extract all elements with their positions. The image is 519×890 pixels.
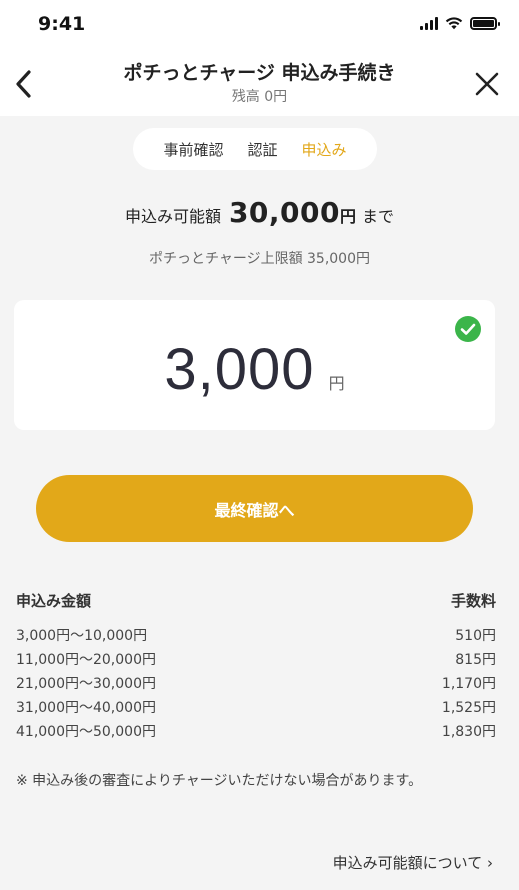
available-amount: 申込み可能額 30,000 円 まで xyxy=(0,196,519,229)
fee-range: 31,000円〜40,000円 xyxy=(16,700,156,716)
amount-value: 3,000 xyxy=(164,337,315,402)
fee-table: 申込み金額 手数料 3,000円〜10,000円 510円 11,000円〜20… xyxy=(16,590,496,743)
fee-value: 510円 xyxy=(455,628,496,644)
back-button[interactable] xyxy=(8,66,40,102)
limit-text: ポチっとチャージ上限額 35,000円 xyxy=(148,251,371,267)
fee-range: 11,000円〜20,000円 xyxy=(16,652,156,668)
step-auth: 認証 xyxy=(247,140,278,159)
table-row: 21,000円〜30,000円 1,170円 xyxy=(16,671,496,695)
review-note: ※ 申込み後の審査によりチャージいただけない場合があります。 xyxy=(16,773,423,789)
step-pre-check: 事前確認 xyxy=(163,140,224,159)
balance-subtitle: 残高 0円 xyxy=(231,89,288,105)
fee-value: 1,525円 xyxy=(441,700,496,716)
table-row: 41,000円〜50,000円 1,830円 xyxy=(16,719,496,743)
step-apply: 申込み xyxy=(301,140,347,159)
col-amount-header: 申込み金額 xyxy=(16,592,92,610)
close-button[interactable] xyxy=(471,68,503,100)
about-available-amount-link[interactable]: 申込み可能額について › xyxy=(333,852,493,873)
battery-icon xyxy=(470,16,500,30)
status-icons xyxy=(420,16,500,30)
status-time: 9:41 xyxy=(38,13,86,35)
step-indicator: 事前確認 認証 申込み xyxy=(133,128,377,170)
page-title: ポチっとチャージ 申込み手続き xyxy=(123,62,396,84)
col-fee-header: 手数料 xyxy=(450,592,496,610)
fee-table-header: 申込み金額 手数料 xyxy=(16,590,496,611)
amount-field[interactable]: 3,000 円 xyxy=(14,336,495,403)
fee-range: 21,000円〜30,000円 xyxy=(16,676,156,692)
fee-value: 815円 xyxy=(455,652,496,668)
amount-input-card[interactable]: 3,000 円 xyxy=(14,300,495,430)
available-prefix: 申込み可能額 xyxy=(124,207,221,226)
close-icon xyxy=(475,72,499,96)
table-row: 11,000円〜20,000円 815円 xyxy=(16,647,496,671)
fee-range: 3,000円〜10,000円 xyxy=(16,628,148,644)
wifi-icon xyxy=(445,17,463,30)
chevron-left-icon xyxy=(16,70,31,98)
final-confirm-button[interactable]: 最終確認へ xyxy=(36,475,473,542)
table-row: 31,000円〜40,000円 1,525円 xyxy=(16,695,496,719)
fee-range: 41,000円〜50,000円 xyxy=(16,724,156,740)
available-unit: 円 xyxy=(340,207,357,226)
status-bar: 9:41 xyxy=(0,0,519,50)
signal-icon xyxy=(420,16,438,30)
available-suffix: まで xyxy=(362,207,395,226)
available-value: 30,000 xyxy=(228,196,341,229)
fee-value: 1,830円 xyxy=(441,724,496,740)
table-row: 3,000円〜10,000円 510円 xyxy=(16,623,496,647)
nav-bar: ポチっとチャージ 申込み手続き 残高 0円 xyxy=(0,50,519,116)
fee-value: 1,170円 xyxy=(441,676,496,692)
amount-unit: 円 xyxy=(328,374,345,393)
